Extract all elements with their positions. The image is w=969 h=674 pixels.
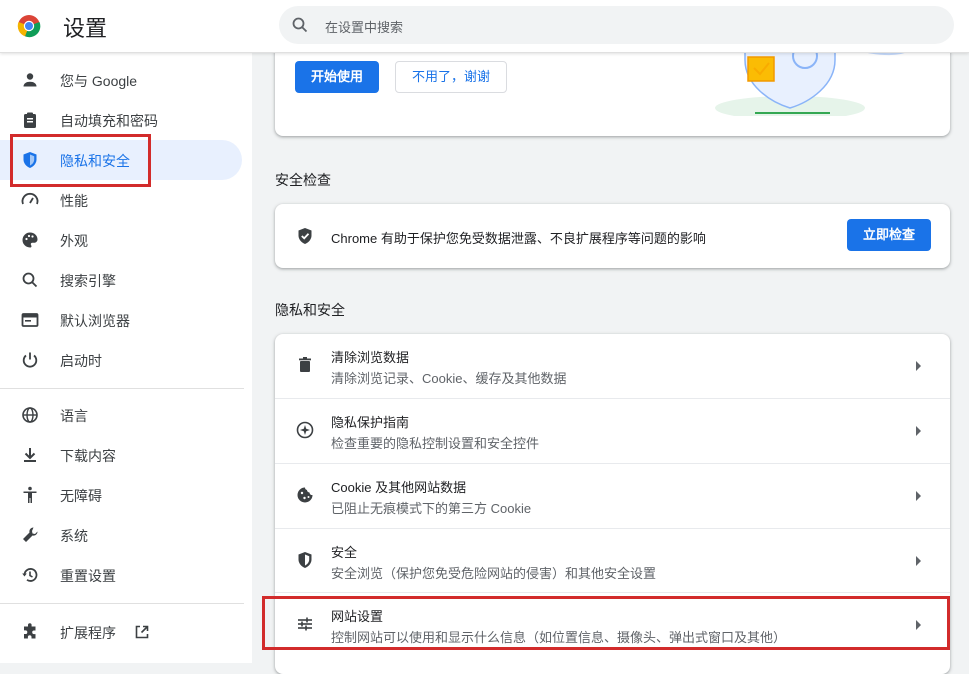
clipboard-icon	[24, 112, 36, 128]
start-button[interactable]: 开始使用	[295, 61, 379, 93]
sidebar-item-label: 语言	[60, 408, 88, 424]
chrome-logo-icon	[17, 15, 41, 38]
section-title-safety-check: 安全检查	[275, 172, 331, 188]
speedometer-icon	[21, 192, 39, 205]
no-thanks-button[interactable]: 不用了，谢谢	[395, 61, 507, 93]
row-title: 隐私保护指南	[331, 415, 410, 430]
sidebar-item-reset[interactable]: 重置设置	[0, 555, 242, 595]
safety-check-card: Chrome 有助于保护您免受数据泄露、不良扩展程序等问题的影响 立即检查	[275, 204, 950, 268]
sidebar-item-label: 外观	[60, 233, 88, 249]
shield-check-icon	[298, 228, 312, 244]
row-title: 安全	[331, 545, 358, 560]
safety-check-description: Chrome 有助于保护您免受数据泄露、不良扩展程序等问题的影响	[331, 231, 706, 246]
sidebar-divider	[0, 603, 244, 604]
sidebar-item-label: 重置设置	[60, 568, 116, 584]
sidebar-item-system[interactable]: 系统	[0, 515, 242, 555]
sidebar-item-languages[interactable]: 语言	[0, 395, 242, 435]
sidebar-item-accessibility[interactable]: 无障碍	[0, 475, 242, 515]
sidebar-item-label: 您与 Google	[60, 73, 138, 89]
globe-icon	[22, 407, 38, 423]
row-clear-browsing-data[interactable]: 清除浏览数据 清除浏览记录、Cookie、缓存及其他数据	[275, 334, 950, 398]
sidebar-item-appearance[interactable]: 外观	[0, 220, 242, 260]
row-subtitle: 检查重要的隐私控制设置和安全控件	[331, 436, 540, 451]
row-title: 清除浏览数据	[331, 350, 410, 365]
highlight-box-privacy	[10, 134, 151, 187]
chevron-right-icon	[916, 556, 921, 566]
sidebar-item-label: 自动填充和密码	[60, 113, 158, 129]
puzzle-icon	[24, 623, 36, 639]
shield-icon	[298, 552, 312, 568]
chevron-right-icon	[916, 491, 921, 501]
accessibility-icon	[23, 486, 37, 503]
check-now-button[interactable]: 立即检查	[847, 219, 931, 251]
sidebar-divider	[0, 388, 244, 389]
sidebar-item-label: 默认浏览器	[60, 313, 130, 329]
sidebar-item-search-engine[interactable]: 搜索引擎	[0, 260, 242, 300]
chevron-right-icon	[916, 361, 921, 371]
sidebar-item-you-and-google[interactable]: 您与 Google	[0, 60, 242, 100]
sidebar-item-on-startup[interactable]: 启动时	[0, 340, 242, 380]
person-icon	[23, 73, 37, 87]
row-title: Cookie 及其他网站数据	[331, 480, 467, 495]
search-bar[interactable]: 在设置中搜索	[279, 6, 954, 44]
sidebar-item-label: 搜索引擎	[60, 273, 116, 289]
page-title: 设置	[63, 16, 108, 41]
cookie-icon	[297, 487, 313, 503]
sidebar-item-label: 系统	[60, 528, 88, 544]
row-subtitle: 清除浏览记录、Cookie、缓存及其他数据	[331, 371, 567, 386]
sidebar-item-label: 启动时	[60, 353, 102, 369]
trash-icon	[299, 357, 311, 372]
row-subtitle: 已阻止无痕模式下的第三方 Cookie	[331, 501, 532, 516]
chevron-right-icon	[916, 426, 921, 436]
top-bar: 设置 在设置中搜索	[0, 0, 969, 53]
row-cookies[interactable]: Cookie 及其他网站数据 已阻止无痕模式下的第三方 Cookie	[275, 463, 950, 528]
sidebar-item-label: 性能	[60, 193, 88, 209]
sidebar-item-label: 下载内容	[60, 448, 116, 464]
search-input[interactable]: 在设置中搜索	[325, 17, 403, 36]
row-subtitle: 安全浏览（保护您免受危险网站的侵害）和其他安全设置	[331, 566, 657, 581]
reset-history-icon	[22, 568, 38, 582]
wrench-icon	[23, 527, 38, 542]
sidebar-item-downloads[interactable]: 下载内容	[0, 435, 242, 475]
open-in-new-icon[interactable]	[134, 624, 150, 640]
sidebar-item-default-browser[interactable]: 默认浏览器	[0, 300, 242, 340]
power-icon	[22, 352, 38, 368]
search-icon	[22, 272, 38, 288]
search-icon	[292, 17, 308, 33]
section-title-privacy: 隐私和安全	[275, 302, 345, 318]
sidebar-item-label: 扩展程序	[60, 625, 116, 641]
row-privacy-guide[interactable]: 隐私保护指南 检查重要的隐私控制设置和安全控件	[275, 398, 950, 463]
sidebar-item-extensions[interactable]: 扩展程序	[0, 612, 242, 652]
row-security[interactable]: 安全 安全浏览（保护您免受危险网站的侵害）和其他安全设置	[275, 528, 950, 593]
palette-icon	[22, 232, 38, 248]
compass-icon	[296, 421, 314, 439]
browser-window-icon	[21, 313, 39, 327]
sidebar-item-label: 无障碍	[60, 488, 102, 504]
highlight-box-site-settings	[262, 596, 950, 650]
download-icon	[24, 448, 36, 462]
